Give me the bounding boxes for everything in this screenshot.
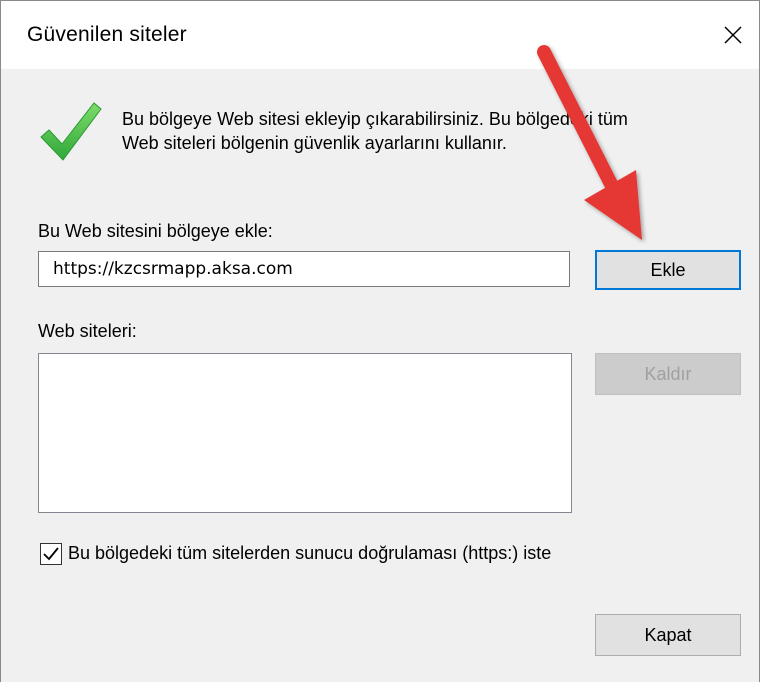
require-https-checkbox[interactable]	[40, 543, 62, 565]
websites-label: Web siteleri:	[38, 321, 137, 341]
close-button[interactable]	[713, 15, 753, 55]
website-url-input[interactable]	[38, 251, 570, 287]
close-dialog-button[interactable]: Kapat	[595, 614, 741, 656]
dialog-title: Güvenilen siteler	[27, 23, 187, 46]
require-https-label: Bu bölgedeki tüm sitelerden sunucu doğru…	[68, 543, 552, 563]
red-arrow-annotation	[537, 45, 642, 240]
websites-list[interactable]	[38, 353, 572, 513]
add-site-label: Bu Web sitesini bölgeye ekle:	[38, 221, 273, 241]
checkmark-icon	[43, 547, 59, 561]
green-checkmark-icon	[37, 97, 103, 168]
close-icon	[724, 26, 742, 44]
remove-button[interactable]: Kaldır	[595, 353, 741, 395]
